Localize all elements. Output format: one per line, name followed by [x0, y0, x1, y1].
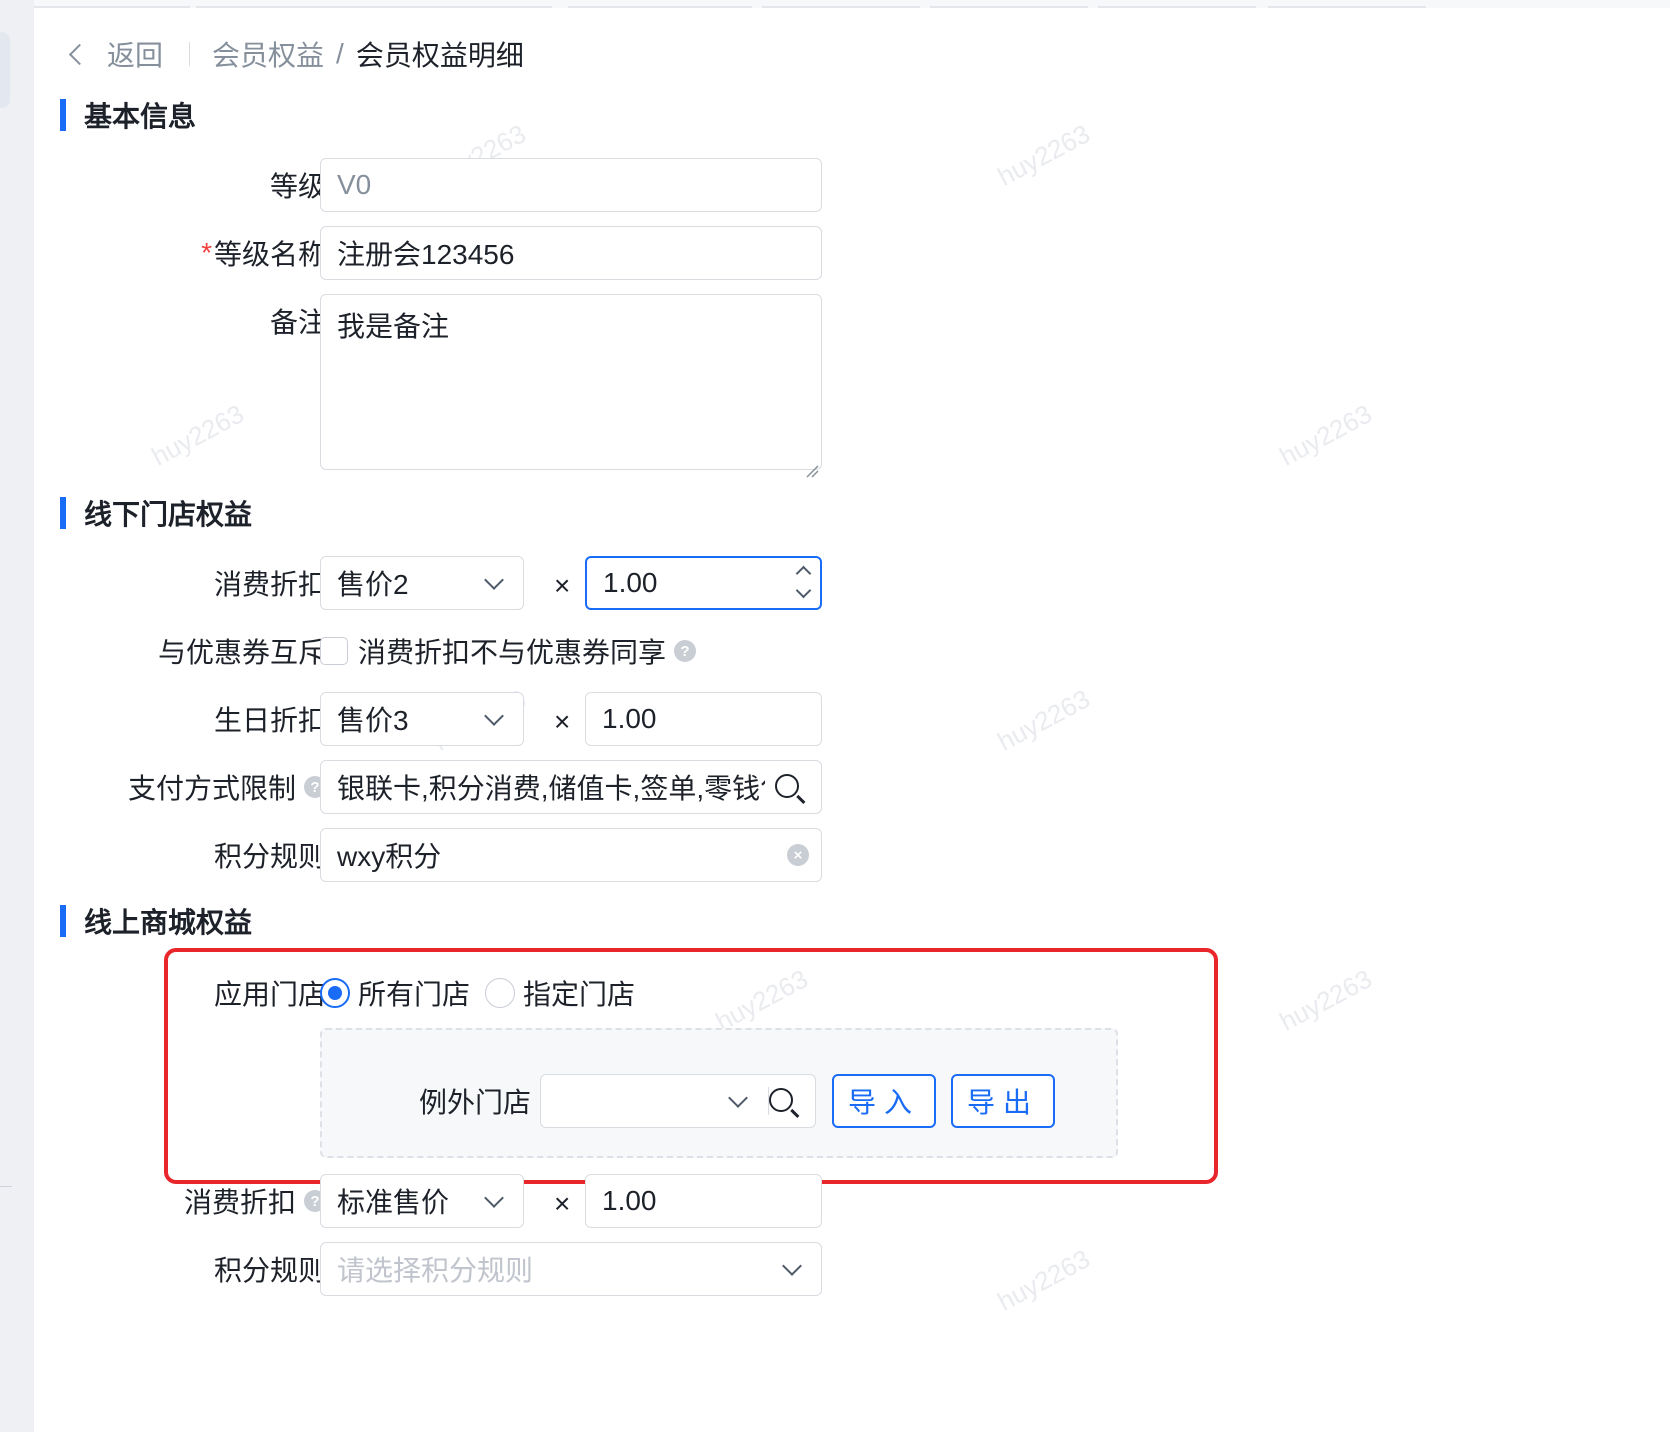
section-accent-bar: [60, 905, 66, 937]
coupon-exclusive-text: 消费折扣不与优惠券同享: [358, 637, 667, 668]
clear-icon[interactable]: ×: [787, 844, 809, 866]
birthday-discount-number-input[interactable]: 1.00: [585, 692, 822, 746]
online-points-label: 积分规则: [214, 1242, 326, 1296]
watermark: huy2263: [992, 118, 1095, 192]
section-title-text: 线下门店权益: [84, 499, 253, 530]
birthday-discount-label: 生日折扣: [214, 692, 326, 746]
left-sidebar-edge: [0, 0, 34, 1432]
online-discount-value: 1.00: [602, 1185, 657, 1216]
section-title-text: 线上商城权益: [84, 907, 253, 938]
multiply-sign: ×: [554, 1188, 571, 1219]
birthday-discount-value: 1.00: [602, 703, 657, 734]
offline-discount-value: 1.00: [603, 567, 658, 598]
section-title-text: 基本信息: [84, 101, 197, 132]
watermark: huy2263: [1274, 398, 1377, 472]
level-name-input[interactable]: 注册会123456: [320, 226, 822, 280]
birthday-discount-label-text: 生日折扣: [213, 705, 326, 736]
online-discount-number-input[interactable]: 1.00: [585, 1174, 822, 1228]
watermark: huy2263: [992, 683, 1095, 757]
resize-handle-icon[interactable]: [805, 453, 819, 478]
coupon-exclusive-checkbox[interactable]: [320, 637, 348, 665]
online-points-select[interactable]: 请选择积分规则: [320, 1242, 822, 1296]
section-accent-bar: [60, 497, 66, 529]
multiply-sign: ×: [554, 570, 571, 601]
offline-points-value: wxy积分: [337, 841, 442, 872]
payment-restriction-label: 支付方式限制 ?: [128, 760, 326, 814]
remark-label-text: 备注: [269, 307, 326, 338]
coupon-exclusive-label: 与优惠券互斥: [158, 624, 326, 678]
online-discount-select-value: 标准售价: [337, 1187, 450, 1218]
search-icon[interactable]: [775, 774, 799, 798]
offline-discount-number-input[interactable]: 1.00: [585, 556, 822, 610]
breadcrumb-divider: [189, 42, 191, 66]
sidebar-collapse-handle[interactable]: [0, 32, 10, 108]
online-discount-select[interactable]: 标准售价: [320, 1174, 524, 1228]
remark-value: 我是备注: [337, 311, 450, 342]
coupon-exclusive-label-text: 与优惠券互斥: [157, 637, 326, 668]
birthday-discount-select[interactable]: 售价3: [320, 692, 524, 746]
remark-label: 备注: [270, 294, 326, 348]
level-name-label-text: 等级名称: [213, 239, 326, 270]
breadcrumb-separator: /: [336, 38, 344, 69]
breadcrumb-current: 会员权益明细: [355, 40, 524, 71]
online-points-placeholder: 请选择积分规则: [337, 1255, 534, 1286]
breadcrumb-parent[interactable]: 会员权益: [212, 34, 324, 74]
section-accent-bar: [60, 99, 66, 131]
section-title-offline: 线下门店权益: [60, 496, 252, 530]
chevron-left-icon: [68, 43, 91, 65]
section-title-online: 线上商城权益: [60, 904, 252, 938]
multiply-sign: ×: [554, 706, 571, 737]
offline-points-input[interactable]: wxy积分 ×: [320, 828, 822, 882]
offline-discount-select[interactable]: 售价2: [320, 556, 524, 610]
remark-textarea[interactable]: 我是备注: [320, 294, 822, 478]
online-discount-label-text: 消费折扣: [183, 1187, 296, 1218]
birthday-discount-select-value: 售价3: [337, 705, 409, 736]
watermark: huy2263: [1274, 963, 1377, 1037]
help-icon[interactable]: ?: [674, 640, 697, 662]
back-button[interactable]: 返回: [64, 34, 163, 74]
offline-discount-select-value: 售价2: [337, 569, 409, 600]
offline-discount-label: 消费折扣: [214, 556, 326, 610]
offline-discount-label-text: 消费折扣: [213, 569, 326, 600]
required-mark: *: [201, 237, 212, 268]
level-value: V0: [337, 169, 372, 200]
level-label-text: 等级: [269, 171, 326, 202]
highlight-frame: [164, 948, 1218, 1184]
offline-points-label-text: 积分规则: [213, 841, 326, 872]
payment-restriction-label-text: 支付方式限制: [127, 773, 296, 804]
online-points-label-text: 积分规则: [213, 1255, 326, 1286]
tab-strip: [34, 0, 1670, 8]
level-name-value: 注册会123456: [337, 239, 515, 270]
level-name-label: * 等级名称: [201, 226, 326, 280]
level-label: 等级: [270, 158, 326, 212]
section-title-basic: 基本信息: [60, 98, 196, 132]
payment-restriction-value: 银联卡,积分消费,储值卡,签单,零钱包,:: [337, 773, 765, 804]
coupon-exclusive-option[interactable]: 消费折扣不与优惠券同享 ?: [358, 624, 697, 678]
main-panel: huy2263 huy2263 huy2263 huy2263 huy2263 …: [34, 0, 1670, 1432]
payment-restriction-input[interactable]: 银联卡,积分消费,储值卡,签单,零钱包,:: [320, 760, 822, 814]
breadcrumb: 返回 会员权益 / 会员权益明细: [64, 34, 524, 74]
back-label: 返回: [107, 40, 164, 71]
watermark: huy2263: [146, 398, 249, 472]
number-stepper-icon[interactable]: [795, 565, 811, 599]
sidebar-divider: [0, 1186, 12, 1187]
level-input: V0: [320, 158, 822, 212]
online-discount-label: 消费折扣 ?: [184, 1174, 326, 1228]
watermark: huy2263: [992, 1243, 1095, 1317]
offline-points-label: 积分规则: [214, 828, 326, 882]
